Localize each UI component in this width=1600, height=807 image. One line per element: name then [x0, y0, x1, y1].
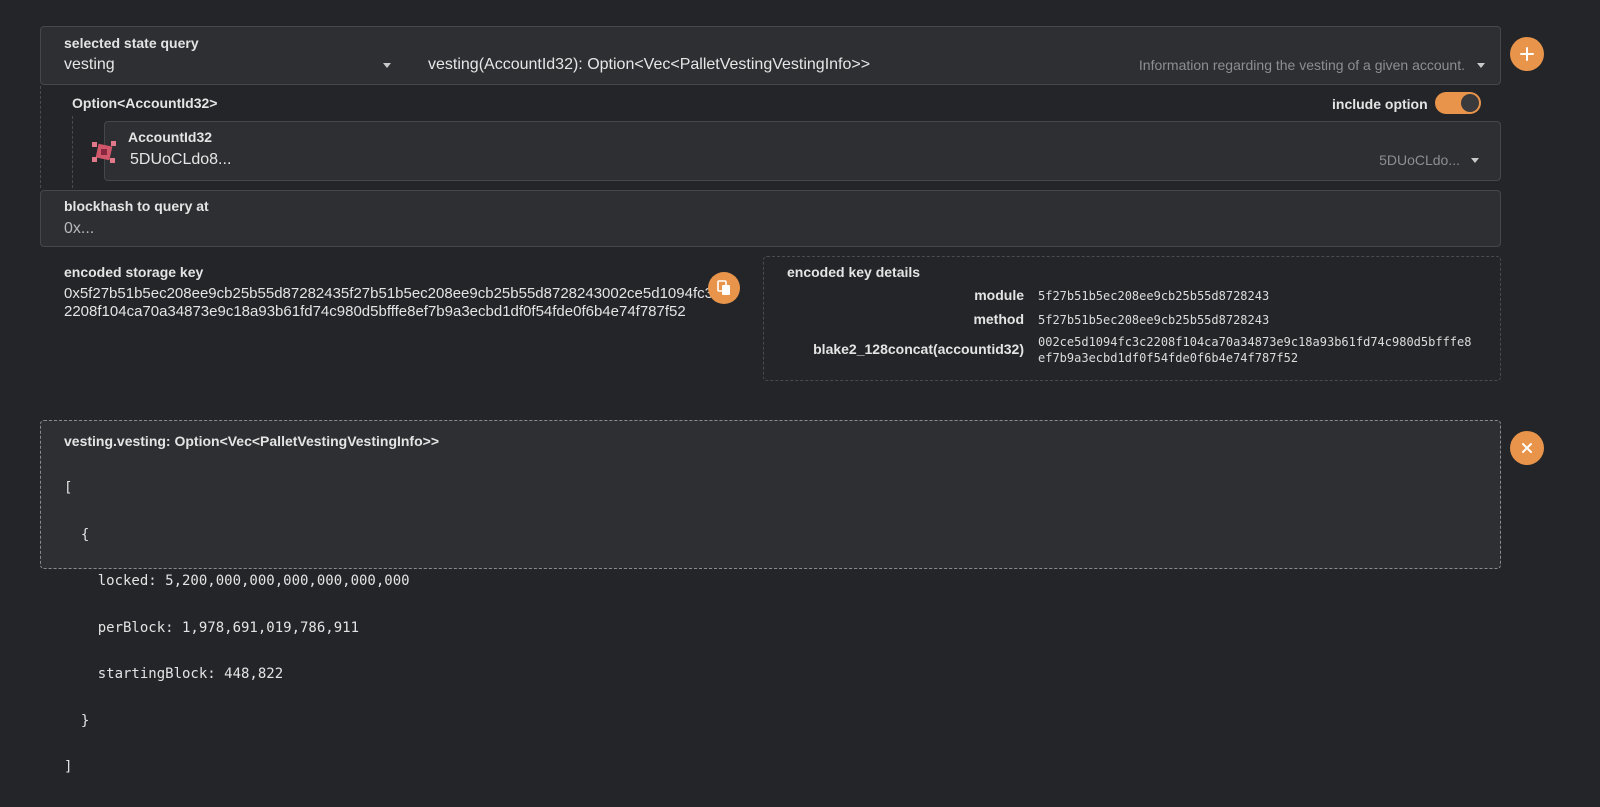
result-line: locked: 5,200,000,000,000,000,000,000	[64, 573, 410, 589]
result-line: }	[64, 712, 90, 729]
method-signature: vesting(AccountId32): Option<Vec<PalletV…	[428, 56, 871, 73]
state-query-selector[interactable]: selected state query vesting vesting(Acc…	[40, 26, 1501, 85]
toggle-knob	[1461, 94, 1479, 112]
state-query-label: selected state query	[64, 35, 199, 51]
query-result-panel: vesting.vesting: Option<Vec<PalletVestin…	[40, 420, 1501, 775]
result-value: [ { locked: 5,200,000,000,000,000,000,00…	[64, 450, 410, 807]
encoded-key-value: 0x5f27b51b5ec208ee9cb25b55d87282435f27b5…	[64, 285, 721, 320]
chevron-down-icon	[383, 63, 391, 68]
blockhash-input[interactable]: blockhash to query at 0x...	[40, 190, 1501, 247]
blockhash-label: blockhash to query at	[64, 198, 209, 214]
result-line: {	[64, 526, 90, 543]
method-description: Information regarding the vesting of a g…	[1138, 57, 1465, 73]
key-details-label: encoded key details	[787, 264, 921, 280]
result-line: [	[64, 480, 73, 496]
chevron-down-icon	[1477, 63, 1485, 68]
account-guide-line	[72, 116, 73, 188]
result-line: ]	[64, 759, 73, 775]
key-details-panel: encoded key details module 5f27b51b5ec20…	[763, 256, 1501, 381]
blockhash-placeholder: 0x...	[64, 220, 95, 237]
chevron-down-icon	[1471, 158, 1479, 163]
detail-value: 5f27b51b5ec208ee9cb25b55d8728243	[1038, 313, 1270, 327]
account-identicon	[90, 138, 118, 166]
detail-value: 5f27b51b5ec208ee9cb25b55d8728243	[1038, 289, 1270, 303]
add-query-button[interactable]	[1510, 37, 1544, 71]
option-label: Option<AccountId32>	[72, 95, 218, 111]
detail-key: module	[974, 287, 1024, 303]
account-short-value: 5DUoCLdo...	[1379, 152, 1460, 168]
result-line: startingBlock: 448,822	[64, 666, 284, 682]
detail-key: method	[973, 311, 1024, 327]
include-option-toggle[interactable]	[1435, 92, 1481, 114]
close-icon	[1522, 443, 1532, 453]
account-value: 5DUoCLdo8...	[130, 151, 232, 168]
remove-result-button[interactable]	[1510, 431, 1544, 465]
account-input[interactable]: AccountId32 5DUoCLdo8... 5DUoCLdo...	[104, 121, 1501, 181]
method-dropdown[interactable]: vesting(AccountId32): Option<Vec<PalletV…	[417, 55, 1497, 81]
section-value: vesting	[64, 56, 115, 73]
copy-icon	[717, 280, 730, 295]
account-label: AccountId32	[128, 129, 213, 145]
detail-value: 002ce5d1094fc3c2208f104ca70a34873e9c18a9…	[1038, 335, 1472, 365]
option-guide-line	[40, 86, 41, 188]
copy-button[interactable]	[708, 272, 740, 304]
plus-icon	[1520, 47, 1534, 61]
result-line: perBlock: 1,978,691,019,786,911	[64, 619, 360, 636]
detail-key: blake2_128concat(accountid32)	[813, 341, 1024, 357]
result-label: vesting.vesting: Option<Vec<PalletVestin…	[64, 433, 439, 449]
encoded-key-label: encoded storage key	[64, 264, 204, 280]
include-option-label: include option	[1332, 96, 1428, 112]
section-dropdown[interactable]: vesting	[41, 55, 407, 81]
